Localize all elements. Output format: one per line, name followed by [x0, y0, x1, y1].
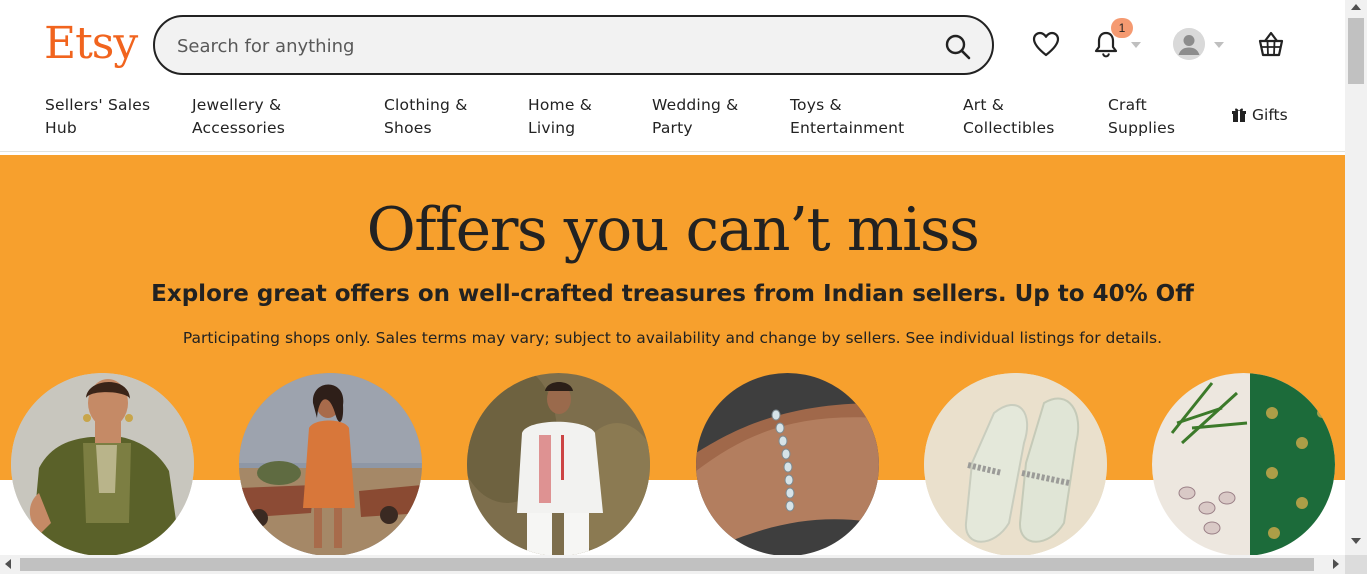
notification-count-badge: 1 [1111, 18, 1133, 38]
nav-item-label: Collectibles [963, 119, 1055, 137]
kurta-woman-image [11, 373, 194, 555]
category-nav: Sellers' Sales Hub Jewellery & Accessori… [0, 90, 1345, 152]
nav-item-label: Accessories [192, 119, 286, 137]
favorites-button[interactable] [1030, 28, 1062, 60]
banner-headline: Offers you can’t miss [366, 195, 980, 265]
nav-item-label: Sellers' Sales [45, 96, 151, 114]
category-circle-bracelet[interactable] [696, 373, 879, 555]
account-button[interactable] [1173, 28, 1205, 60]
gift-icon [1232, 108, 1246, 122]
nav-item-home-living[interactable]: Home & Living [528, 94, 592, 140]
vertical-scrollbar[interactable] [1345, 0, 1367, 555]
cart-button[interactable] [1255, 28, 1287, 60]
nav-item-clothing-shoes[interactable]: Clothing & Shoes [384, 94, 468, 140]
nav-item-label: Clothing & [384, 96, 468, 114]
nav-item-label: Jewellery & [192, 96, 282, 114]
heart-icon [1032, 31, 1060, 57]
nav-item-label: Entertainment [790, 119, 905, 137]
nav-item-label: Home & [528, 96, 592, 114]
nav-item-label: Hub [45, 119, 77, 137]
nav-item-label: Living [528, 119, 576, 137]
basket-icon [1258, 31, 1284, 57]
bracelet-image [696, 373, 879, 555]
category-circle-orange-dress[interactable] [239, 373, 422, 555]
green-fabric-image [1152, 373, 1335, 555]
nav-item-sellers-sales-hub[interactable]: Sellers' Sales Hub [45, 94, 150, 140]
scroll-down-arrow-icon[interactable] [1351, 538, 1361, 544]
nav-item-label: Craft [1108, 96, 1147, 114]
etsy-logo[interactable]: Etsy [44, 16, 138, 72]
etsy-page: Etsy 1 [0, 0, 1345, 555]
category-circle-kurta-woman[interactable] [11, 373, 194, 555]
nav-item-label: Gifts [1252, 106, 1288, 124]
category-circle-white-kurta-man[interactable] [467, 373, 650, 555]
nav-item-label: Supplies [1108, 119, 1176, 137]
nav-item-label: Party [652, 119, 693, 137]
scroll-left-arrow-icon[interactable] [5, 559, 11, 569]
nav-item-art-collectibles[interactable]: Art & Collectibles [963, 94, 1055, 140]
horizontal-scrollbar[interactable] [0, 555, 1345, 574]
orange-dress-image [239, 373, 422, 555]
embellished-shoes-image [924, 373, 1107, 555]
nav-item-label: Wedding & [652, 96, 739, 114]
offers-banner: Offers you can’t miss Explore great offe… [0, 155, 1345, 480]
search-button[interactable] [942, 31, 974, 63]
white-kurta-man-image [467, 373, 650, 555]
nav-item-toys-entertainment[interactable]: Toys & Entertainment [790, 94, 904, 140]
category-circle-embellished-shoes[interactable] [924, 373, 1107, 555]
nav-item-craft-supplies[interactable]: Craft Supplies [1108, 94, 1175, 140]
search-input[interactable] [177, 31, 917, 61]
scroll-up-arrow-icon[interactable] [1351, 4, 1361, 10]
banner-fine-print: Participating shops only. Sales terms ma… [182, 329, 1163, 347]
banner-subhead: Explore great offers on well-crafted tre… [151, 281, 1194, 307]
nav-item-label: Shoes [384, 119, 432, 137]
nav-item-label: Toys & [790, 96, 842, 114]
scrollbar-corner [1345, 555, 1367, 574]
nav-item-gifts[interactable]: Gifts [1231, 106, 1288, 124]
scroll-right-arrow-icon[interactable] [1333, 559, 1339, 569]
nav-item-label: Art & [963, 96, 1005, 114]
nav-item-jewellery-accessories[interactable]: Jewellery & Accessories [192, 94, 285, 140]
category-circle-green-fabric[interactable] [1152, 373, 1335, 555]
user-avatar-icon [1173, 28, 1205, 60]
search-bar [153, 15, 994, 75]
horizontal-scroll-thumb[interactable] [20, 558, 1314, 571]
nav-item-wedding-party[interactable]: Wedding & Party [652, 94, 738, 140]
site-header: Etsy 1 [0, 0, 1345, 90]
vertical-scroll-thumb[interactable] [1348, 18, 1364, 84]
chevron-down-icon[interactable] [1131, 42, 1141, 48]
chevron-down-icon[interactable] [1214, 42, 1224, 48]
search-icon [945, 34, 971, 60]
